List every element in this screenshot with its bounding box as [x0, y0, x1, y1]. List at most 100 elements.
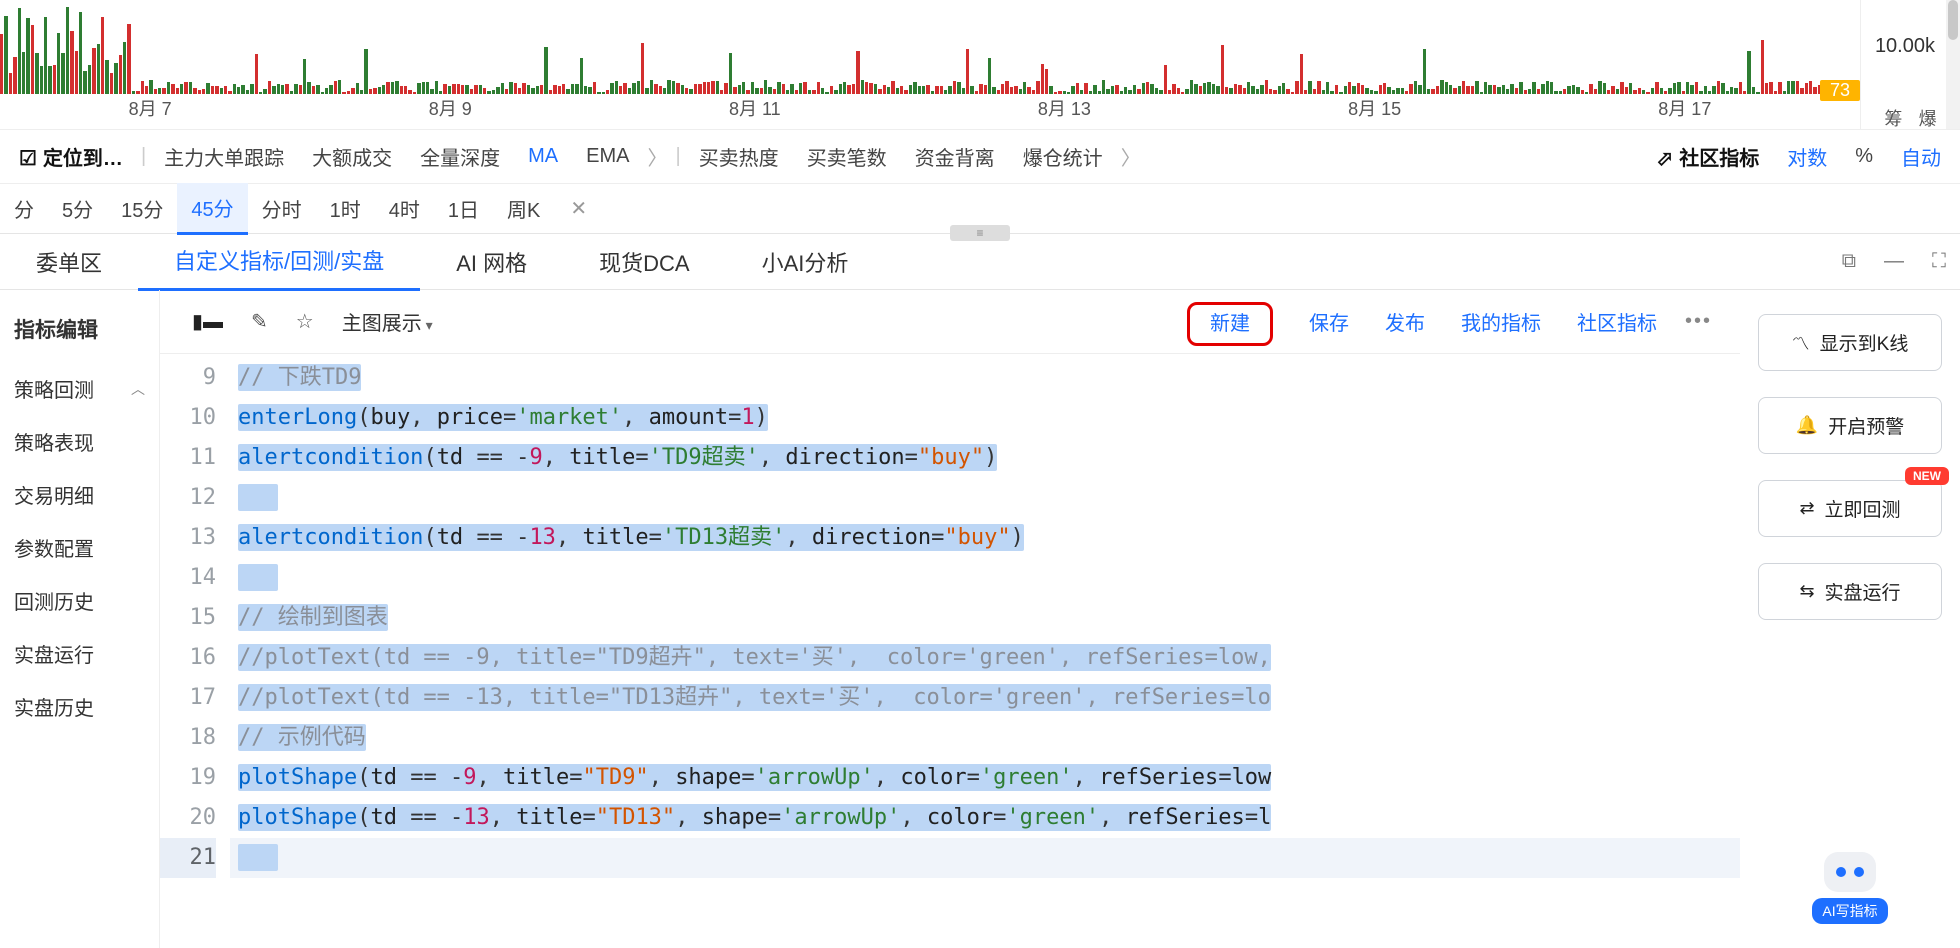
- timeframe-周K[interactable]: 周K: [493, 184, 554, 233]
- line-number-gutter: 9101112131415161718192021: [160, 354, 230, 948]
- more-icon[interactable]: •••: [1675, 310, 1722, 333]
- x-tick: 8月 11: [729, 95, 781, 121]
- indicator-large-trades[interactable]: 大额成交: [298, 142, 406, 171]
- tab-1[interactable]: 自定义指标/回测/实盘: [138, 232, 420, 291]
- code-line-15[interactable]: // 绘制到图表: [230, 598, 1740, 638]
- chevron-right-icon[interactable]: 〉: [643, 142, 671, 171]
- divider: |: [671, 145, 684, 168]
- tab-0[interactable]: 委单区: [0, 234, 138, 290]
- sidebar-item-0[interactable]: 策略回测︿: [0, 362, 159, 415]
- chevron-up-icon: ︿: [131, 379, 145, 399]
- scale-log[interactable]: 对数: [1773, 142, 1841, 171]
- new-button[interactable]: 新建: [1169, 307, 1291, 336]
- side-label-1[interactable]: 筹: [1884, 105, 1902, 131]
- sidebar-item-2[interactable]: 交易明细: [0, 468, 159, 521]
- mini-chart: 10.00k 73 8月 78月 98月 118月 138月 158月 17 筹…: [0, 0, 1960, 130]
- minimize-icon[interactable]: —: [1870, 250, 1918, 273]
- code-line-20[interactable]: plotShape(td == -13, title="TD13", shape…: [230, 798, 1740, 838]
- locate-button[interactable]: 定位到…: [5, 142, 137, 171]
- x-axis: 8月 78月 98月 118月 138月 158月 17: [0, 95, 1840, 121]
- right-action-panel: 〽 显示到K线 🔔 开启预警 ⇄ 立即回测 NEW ⇆ 实盘运行 AI写指标: [1740, 290, 1960, 948]
- save-button[interactable]: 保存: [1291, 307, 1367, 336]
- x-tick: 8月 9: [429, 95, 472, 121]
- code-line-10[interactable]: enterLong(buy, price='market', amount=1): [230, 398, 1740, 438]
- label: 交易明细: [14, 480, 94, 509]
- label: 显示到K线: [1820, 329, 1909, 356]
- indicator-bar: 定位到… | 主力大单跟踪 大额成交 全量深度 MA EMA 〉 | 买卖热度 …: [0, 130, 1960, 184]
- display-mode-dropdown[interactable]: 主图展示: [328, 307, 447, 336]
- publish-button[interactable]: 发布: [1367, 307, 1443, 336]
- my-indicators-button[interactable]: 我的指标: [1443, 307, 1559, 336]
- sidebar-item-1[interactable]: 策略表现: [0, 415, 159, 468]
- timeframe-4时[interactable]: 4时: [375, 184, 434, 233]
- code-line-9[interactable]: // 下跌TD9: [230, 358, 1740, 398]
- side-label-2[interactable]: 爆: [1919, 105, 1937, 131]
- indicator-rename-icon[interactable]: ▮▬: [178, 309, 237, 334]
- timeframe-分[interactable]: 分: [0, 184, 48, 233]
- bell-icon: 🔔: [1796, 415, 1818, 436]
- code-line-12[interactable]: [230, 478, 1740, 518]
- live-icon: ⇆: [1799, 581, 1814, 602]
- scrollbar[interactable]: [1946, 0, 1960, 129]
- code-line-19[interactable]: plotShape(td == -9, title="TD9", shape='…: [230, 758, 1740, 798]
- indicator-ma[interactable]: MA: [514, 145, 572, 168]
- timeframe-1日[interactable]: 1日: [434, 184, 493, 233]
- close-icon[interactable]: ✕: [554, 196, 603, 221]
- code-line-13[interactable]: alertcondition(td == -13, title='TD13超卖'…: [230, 518, 1740, 558]
- code-line-21[interactable]: [230, 838, 1740, 878]
- code-editor[interactable]: 9101112131415161718192021 // 下跌TD9enterL…: [160, 354, 1740, 948]
- indicator-liquidation[interactable]: 爆仓统计: [1009, 142, 1117, 171]
- timeframe-bar: 分5分15分45分分时1时4时1日周K✕ ≡: [0, 184, 1960, 234]
- label: 实盘历史: [14, 692, 94, 721]
- timeframe-1时[interactable]: 1时: [316, 184, 375, 233]
- star-icon[interactable]: ☆: [282, 309, 328, 334]
- popout-icon[interactable]: ⧉: [1828, 250, 1870, 273]
- tab-3[interactable]: 现货DCA: [563, 234, 725, 290]
- indicator-count[interactable]: 买卖笔数: [793, 142, 901, 171]
- community-indicators-button[interactable]: 社区指标: [1559, 307, 1675, 336]
- edit-icon[interactable]: ✎: [237, 309, 282, 334]
- code-line-11[interactable]: alertcondition(td == -9, title='TD9超卖', …: [230, 438, 1740, 478]
- indicator-heat[interactable]: 买卖热度: [685, 142, 793, 171]
- scale-auto[interactable]: 自动: [1887, 142, 1955, 171]
- show-kline-button[interactable]: 〽 显示到K线: [1758, 314, 1942, 371]
- indicator-divergence[interactable]: 资金背离: [901, 142, 1009, 171]
- tab-2[interactable]: AI 网格: [420, 234, 563, 290]
- sidebar-item-4[interactable]: 回测历史: [0, 574, 159, 627]
- timeframe-15分[interactable]: 15分: [107, 184, 177, 233]
- x-tick: 8月 13: [1038, 95, 1091, 121]
- sidebar-item-5[interactable]: 实盘运行: [0, 627, 159, 680]
- timeframe-5分[interactable]: 5分: [48, 184, 107, 233]
- sidebar-item-3[interactable]: 参数配置: [0, 521, 159, 574]
- left-sidebar: 指标编辑 策略回测︿策略表现交易明细参数配置回测历史实盘运行实盘历史: [0, 290, 160, 948]
- timeframe-45分[interactable]: 45分: [177, 183, 247, 235]
- ai-write-indicator[interactable]: AI写指标: [1758, 852, 1942, 924]
- indicator-ema[interactable]: EMA: [572, 145, 643, 168]
- code-line-16[interactable]: //plotText(td == -9, title="TD9超卉", text…: [230, 638, 1740, 678]
- indicator-main-track[interactable]: 主力大单跟踪: [150, 142, 298, 171]
- timeframe-分时[interactable]: 分时: [248, 184, 316, 233]
- bot-face-icon: [1824, 852, 1876, 892]
- sidebar-item-6[interactable]: 实盘历史: [0, 680, 159, 733]
- community-indicators-link[interactable]: 社区指标: [1642, 142, 1773, 171]
- x-tick: 8月 7: [129, 95, 172, 121]
- editor-toolbar: ▮▬ ✎ ☆ 主图展示 新建 保存 发布 我的指标 社区指标 •••: [160, 290, 1740, 354]
- scale-percent[interactable]: %: [1841, 145, 1887, 168]
- fullscreen-icon[interactable]: ⛶: [1918, 250, 1960, 273]
- code-line-17[interactable]: //plotText(td == -13, title="TD13超卉", te…: [230, 678, 1740, 718]
- tab-4[interactable]: 小AI分析: [726, 234, 885, 290]
- alert-button[interactable]: 🔔 开启预警: [1758, 397, 1942, 454]
- backtest-button[interactable]: ⇄ 立即回测 NEW: [1758, 480, 1942, 537]
- code-line-18[interactable]: // 示例代码: [230, 718, 1740, 758]
- label: 立即回测: [1825, 495, 1901, 522]
- label: 实盘运行: [1825, 578, 1901, 605]
- chevron-right-icon[interactable]: 〉: [1117, 142, 1145, 171]
- label: 策略表现: [14, 427, 94, 456]
- label: 开启预警: [1828, 412, 1904, 439]
- expand-handle-icon[interactable]: ≡: [950, 225, 1010, 241]
- volume-bars: [0, 0, 1840, 94]
- indicator-depth[interactable]: 全量深度: [406, 142, 514, 171]
- code-line-14[interactable]: [230, 558, 1740, 598]
- live-run-button[interactable]: ⇆ 实盘运行: [1758, 563, 1942, 620]
- code-content[interactable]: // 下跌TD9enterLong(buy, price='market', a…: [230, 354, 1740, 948]
